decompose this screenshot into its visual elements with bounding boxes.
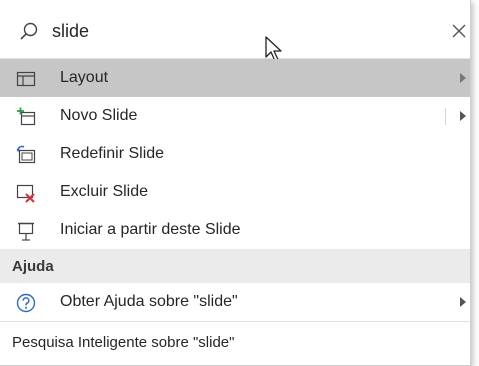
menu-item-novo-slide[interactable]: Novo Slide: [0, 97, 470, 135]
smart-lookup-label: Pesquisa Inteligente sobre "slide": [12, 333, 235, 351]
menu-item-label: Excluir Slide: [60, 183, 149, 200]
menu-item-excluir-slide[interactable]: Excluir Slide: [0, 173, 470, 211]
search-icon: [20, 22, 38, 40]
search-input[interactable]: [50, 16, 434, 46]
menu-item-obter-ajuda[interactable]: Obter Ajuda sobre "slide": [0, 283, 470, 321]
menu-item-label: Iniciar a partir deste Slide: [60, 221, 241, 238]
help-icon: [16, 293, 36, 313]
reset-slide-icon: [16, 145, 36, 164]
close-icon[interactable]: [452, 24, 466, 38]
menu-item-label: Novo Slide: [60, 107, 138, 124]
menu-item-label: Obter Ajuda sobre "slide": [60, 293, 238, 310]
chevron-right-icon: [460, 73, 466, 83]
split-divider: [445, 108, 446, 125]
new-slide-icon: [17, 107, 36, 126]
menu-item-label: Redefinir Slide: [60, 145, 165, 162]
tell-me-search-panel: Layout Novo Slide Redefinir Slide: [0, 0, 471, 366]
menu-item-layout[interactable]: Layout: [0, 59, 470, 97]
start-from-slide-icon: [18, 222, 34, 241]
chevron-right-icon: [460, 297, 466, 307]
chevron-right-icon[interactable]: [460, 111, 466, 121]
search-bar: [0, 0, 470, 62]
help-section-header: Ajuda: [0, 249, 470, 283]
menu-item-iniciar-slide[interactable]: Iniciar a partir deste Slide: [0, 211, 470, 249]
smart-lookup-link[interactable]: Pesquisa Inteligente sobre "slide": [0, 321, 470, 362]
menu-item-label: Layout: [60, 69, 109, 86]
menu-item-redefinir-slide[interactable]: Redefinir Slide: [0, 135, 470, 173]
delete-slide-icon: [16, 184, 35, 203]
layout-icon: [16, 71, 36, 87]
